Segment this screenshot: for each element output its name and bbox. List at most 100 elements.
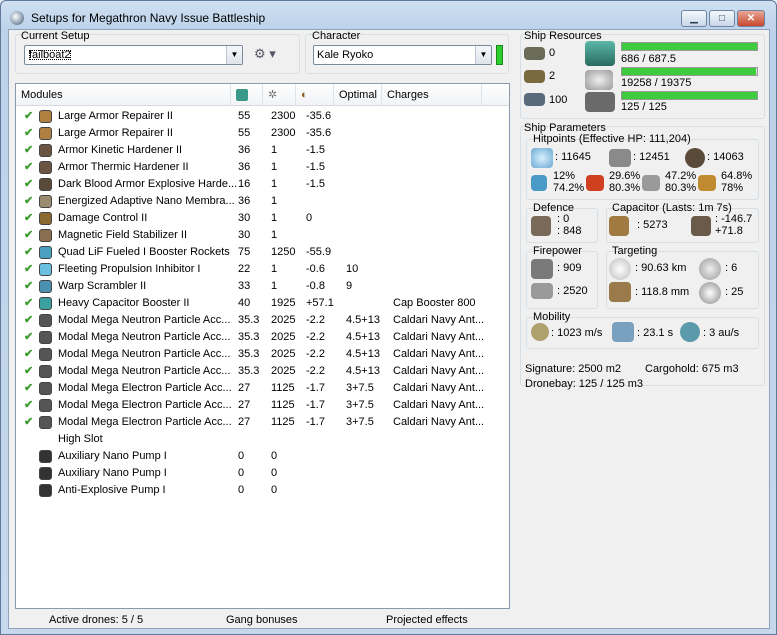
module-optimal: 3+7.5 — [346, 399, 374, 411]
calibration-icon — [524, 93, 545, 106]
active-check-icon: ✔ — [24, 212, 34, 224]
module-icon — [39, 263, 52, 276]
module-cap: -1.5 — [306, 178, 325, 190]
module-icon — [39, 484, 52, 497]
modules-list[interactable]: Modules ✲ ◐ Optimal Charges ✔ Large Armor… — [15, 83, 510, 609]
module-cpu: 35.3 — [238, 348, 260, 360]
column-charges[interactable]: Charges — [382, 84, 482, 106]
module-row[interactable]: ✔ Modal Mega Electron Particle Acc... 27 11… — [16, 397, 509, 414]
module-row[interactable]: ✔ Large Armor Repairer II 55 2300 -35.6 — [16, 125, 509, 142]
armor-icon — [609, 149, 631, 167]
module-row[interactable]: ✔ Dark Blood Armor Explosive Harde... 16 1 -… — [16, 176, 509, 193]
minimize-button[interactable]: ▁ — [681, 10, 707, 27]
module-row[interactable]: Auxiliary Nano Pump I 0 0 — [16, 465, 509, 482]
module-pg: 1 — [271, 178, 278, 190]
defence-tank: : 0 — [557, 213, 570, 225]
module-pg: 1 — [271, 212, 278, 224]
module-row[interactable]: ✔ Armor Thermic Hardener II 36 1 -1.5 — [16, 159, 509, 176]
module-cpu: 27 — [238, 416, 251, 428]
module-row[interactable]: ✔ Warp Scrambler II 33 1 -0.8 9 — [16, 278, 509, 295]
active-check-icon: ✔ — [24, 314, 34, 326]
module-cpu: 35.3 — [238, 365, 260, 377]
module-optimal: 4.5+13 — [346, 348, 380, 360]
module-row[interactable]: High Slot — [16, 431, 509, 448]
module-optimal: 10 — [346, 263, 359, 275]
gang-bonuses-link[interactable]: Gang bonuses — [226, 614, 298, 626]
column-cpu[interactable] — [231, 84, 263, 106]
module-pg: 1 — [271, 144, 278, 156]
close-button[interactable]: ✕ — [737, 10, 765, 27]
module-row[interactable]: ✔ Quad LiF Fueled I Booster Rockets 75 1250… — [16, 244, 509, 261]
module-pg: 0 — [271, 467, 278, 479]
character-dropdown[interactable]: Kale Ryoko ▼ — [313, 45, 492, 65]
targeting-label: Targeting — [612, 245, 658, 257]
thermal-resist-2: 80.3% — [609, 182, 641, 194]
module-icon — [39, 161, 52, 174]
cpu-bar-fill — [622, 43, 757, 50]
drone-bandwidth-icon — [585, 92, 615, 112]
module-charges: Caldari Navy Ant... — [393, 348, 485, 360]
module-row[interactable]: ✔ Heavy Capacitor Booster II 40 1925 +57.1 Ca… — [16, 295, 509, 312]
module-icon — [39, 382, 52, 395]
module-cpu: 36 — [238, 195, 251, 207]
module-pg: 1925 — [271, 297, 296, 309]
thermal-resist-icon — [586, 175, 604, 191]
module-cap: -1.7 — [306, 416, 325, 428]
module-row[interactable]: ✔ Fleeting Propulsion Inhibitor I 22 1 -0.6 1… — [16, 261, 509, 278]
ship-tools-icon[interactable]: ⚙ ▾ — [254, 46, 276, 62]
module-row[interactable]: ✔ Modal Mega Neutron Particle Acc... 35.3 2… — [16, 312, 509, 329]
drone-bandwidth-bar — [621, 91, 758, 100]
module-row[interactable]: ✔ Modal Mega Neutron Particle Acc... 35.3 2… — [16, 363, 509, 380]
turret-damage-icon — [531, 259, 553, 279]
module-row[interactable]: ✔ Modal Mega Neutron Particle Acc... 35.3 2… — [16, 346, 509, 363]
setup-dropdown[interactable]: failboat2 ▼ — [24, 45, 243, 65]
column-capacitor[interactable]: ◐ — [296, 84, 334, 106]
module-icon — [39, 246, 52, 259]
repair-icon — [531, 216, 551, 236]
module-cpu: 27 — [238, 399, 251, 411]
module-row[interactable]: ✔ Modal Mega Neutron Particle Acc... 35.3 2… — [16, 329, 509, 346]
turret-slots: 0 — [549, 47, 556, 59]
module-name: Dark Blood Armor Explosive Harde... — [58, 178, 238, 190]
module-cpu: 75 — [238, 246, 251, 258]
maximize-button[interactable]: □ — [709, 10, 735, 27]
module-row[interactable]: Auxiliary Nano Pump I 0 0 — [16, 448, 509, 465]
capacitor-delta-2: +71.8 — [715, 225, 743, 237]
module-row[interactable]: ✔ Modal Mega Electron Particle Acc... 27 11… — [16, 414, 509, 431]
column-powergrid[interactable]: ✲ — [263, 84, 296, 106]
module-pg: 2025 — [271, 314, 296, 326]
module-row[interactable]: ✔ Armor Kinetic Hardener II 36 1 -1.5 — [16, 142, 509, 159]
module-optimal: 4.5+13 — [346, 365, 380, 377]
explosive-resist-icon — [698, 175, 716, 191]
module-cap: -2.2 — [306, 365, 325, 377]
powergrid-icon — [585, 70, 613, 90]
module-cpu: 55 — [238, 127, 251, 139]
module-cpu: 0 — [238, 484, 245, 496]
powergrid-bar — [621, 67, 758, 76]
module-row[interactable]: ✔ Energized Adaptive Nano Membra... 36 1 — [16, 193, 509, 210]
module-name: Energized Adaptive Nano Membra... — [58, 195, 235, 207]
module-charges: Caldari Navy Ant... — [393, 382, 485, 394]
em-resist-icon — [531, 175, 547, 191]
module-cap: -0.8 — [306, 280, 325, 292]
kinetic-resist-1: 47.2% — [665, 170, 697, 182]
module-cap: +57.1 — [306, 297, 334, 309]
module-name: Modal Mega Neutron Particle Acc... — [58, 348, 231, 360]
module-cap: -2.2 — [306, 348, 325, 360]
column-modules[interactable]: Modules — [16, 84, 231, 106]
explosive-resist-1: 64.8% — [721, 170, 753, 182]
velocity-icon — [531, 323, 549, 341]
module-row[interactable]: ✔ Modal Mega Electron Particle Acc... 27 11… — [16, 380, 509, 397]
chevron-down-icon: ▼ — [475, 46, 491, 64]
projected-effects-link[interactable]: Projected effects — [386, 614, 468, 626]
column-optimal[interactable]: Optimal — [334, 84, 382, 106]
module-row[interactable]: ✔ Large Armor Repairer II 55 2300 -35.6 — [16, 108, 509, 125]
active-drones-link[interactable]: Active drones: 5 / 5 — [49, 614, 143, 626]
module-icon — [39, 433, 52, 446]
active-check-icon: ✔ — [24, 263, 34, 275]
module-row[interactable]: ✔ Magnetic Field Stabilizer II 30 1 — [16, 227, 509, 244]
scan-resolution: : 118.8 mm — [635, 286, 690, 298]
module-row[interactable]: Anti-Explosive Pump I 0 0 — [16, 482, 509, 499]
module-cap: -0.6 — [306, 263, 325, 275]
module-row[interactable]: ✔ Damage Control II 30 1 0 — [16, 210, 509, 227]
